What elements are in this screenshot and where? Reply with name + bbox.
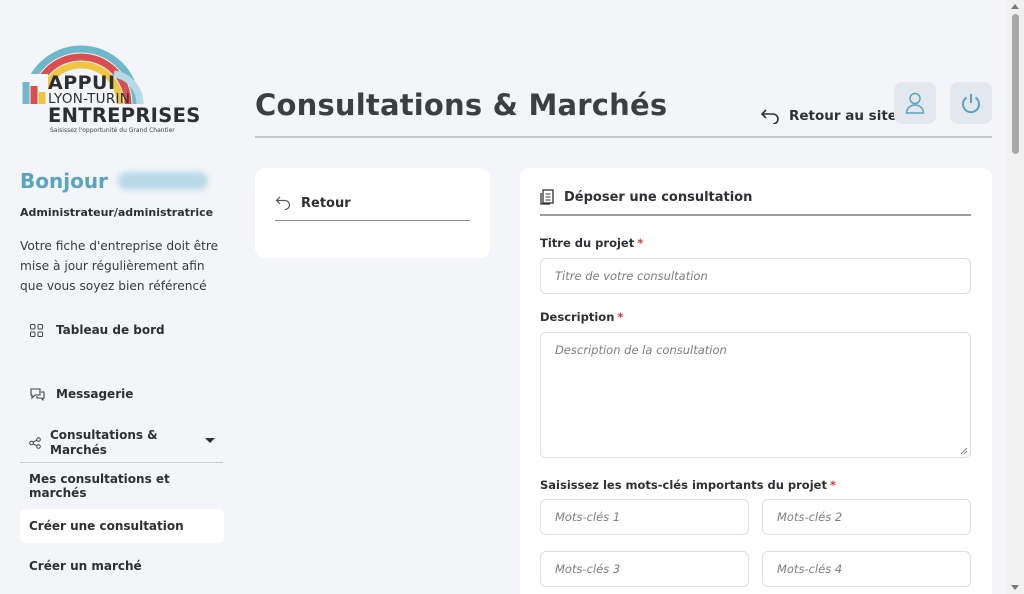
header-divider <box>255 136 992 138</box>
keywords-label-text: Saisissez les mots-clés importants du pr… <box>540 478 827 492</box>
required-mark: * <box>617 310 624 324</box>
description-label: Description * <box>540 310 623 324</box>
page-title: Consultations & Marchés <box>255 88 668 122</box>
chevron-down-icon <box>205 438 215 443</box>
project-title-input[interactable] <box>540 258 971 294</box>
consultation-form-card: Déposer une consultation Titre du projet… <box>520 168 992 594</box>
brand-line-3: ENTREPRISES <box>48 104 201 127</box>
sidebar: APPUI LYON-TURIN ENTREPRISES Saisissez l… <box>0 0 240 594</box>
share-nodes-icon <box>29 434 41 453</box>
keywords-label: Saisissez les mots-clés importants du pr… <box>540 478 836 492</box>
keyword-input-2[interactable] <box>762 499 971 535</box>
form-heading-label: Déposer une consultation <box>564 189 753 205</box>
profile-button[interactable] <box>894 82 936 124</box>
back-button-label: Retour <box>301 195 351 211</box>
user-role: Administrateur/administratrice <box>20 206 214 219</box>
blurred-username <box>118 172 208 190</box>
scroll-down-icon[interactable] <box>1011 585 1019 590</box>
keyword-input-3[interactable] <box>540 551 749 587</box>
form-heading: Déposer une consultation <box>540 180 971 216</box>
description-textarea[interactable] <box>540 332 971 458</box>
user-icon <box>905 92 925 114</box>
scrollbar-thumb[interactable] <box>1012 14 1019 154</box>
nav-item-messages[interactable]: Messagerie <box>20 384 133 404</box>
nav-messages-label: Messagerie <box>56 387 134 401</box>
grid-icon <box>30 323 52 337</box>
nav-dashboard-label: Tableau de bord <box>56 323 165 337</box>
project-title-label-text: Titre du projet <box>540 236 635 250</box>
undo-arrow-icon <box>275 196 291 210</box>
submenu-create-market[interactable]: Créer un marché <box>20 549 224 583</box>
submenu-my-consultations[interactable]: Mes consultations et marchés <box>20 469 224 503</box>
nav-item-consultations[interactable]: Consultations & Marchés <box>20 424 223 463</box>
project-title-label: Titre du projet * <box>540 236 643 250</box>
keyword-input-1[interactable] <box>540 499 749 535</box>
nav-item-dashboard[interactable]: Tableau de bord <box>20 320 165 340</box>
scroll-up-icon[interactable] <box>1011 4 1019 9</box>
chat-icon <box>30 387 52 401</box>
power-icon <box>962 94 980 114</box>
back-to-site-link[interactable]: Retour au site <box>760 108 897 124</box>
resize-handle-icon[interactable] <box>960 447 968 455</box>
logout-button[interactable] <box>950 82 992 124</box>
submenu-create-consultation[interactable]: Créer une consultation <box>20 509 224 543</box>
brand-tagline: Saisissez l'opportunité du Grand Chantie… <box>50 127 175 134</box>
page-scrollbar[interactable] <box>1007 0 1024 594</box>
back-card: Retour <box>255 168 490 258</box>
brand-logo[interactable]: APPUI LYON-TURIN ENTREPRISES Saisissez l… <box>18 12 201 140</box>
undo-arrow-icon <box>760 109 779 124</box>
back-to-site-label: Retour au site <box>789 108 897 124</box>
description-label-text: Description <box>540 310 615 324</box>
profile-update-notice: Votre fiche d'entreprise doit être mise … <box>20 239 219 293</box>
document-icon <box>540 189 554 205</box>
back-button[interactable]: Retour <box>275 186 470 221</box>
required-mark: * <box>637 236 644 250</box>
required-mark: * <box>829 478 836 492</box>
greeting: Bonjour <box>20 169 108 193</box>
keyword-input-4[interactable] <box>762 551 971 587</box>
nav-consultations-label: Consultations & Marchés <box>50 428 158 457</box>
